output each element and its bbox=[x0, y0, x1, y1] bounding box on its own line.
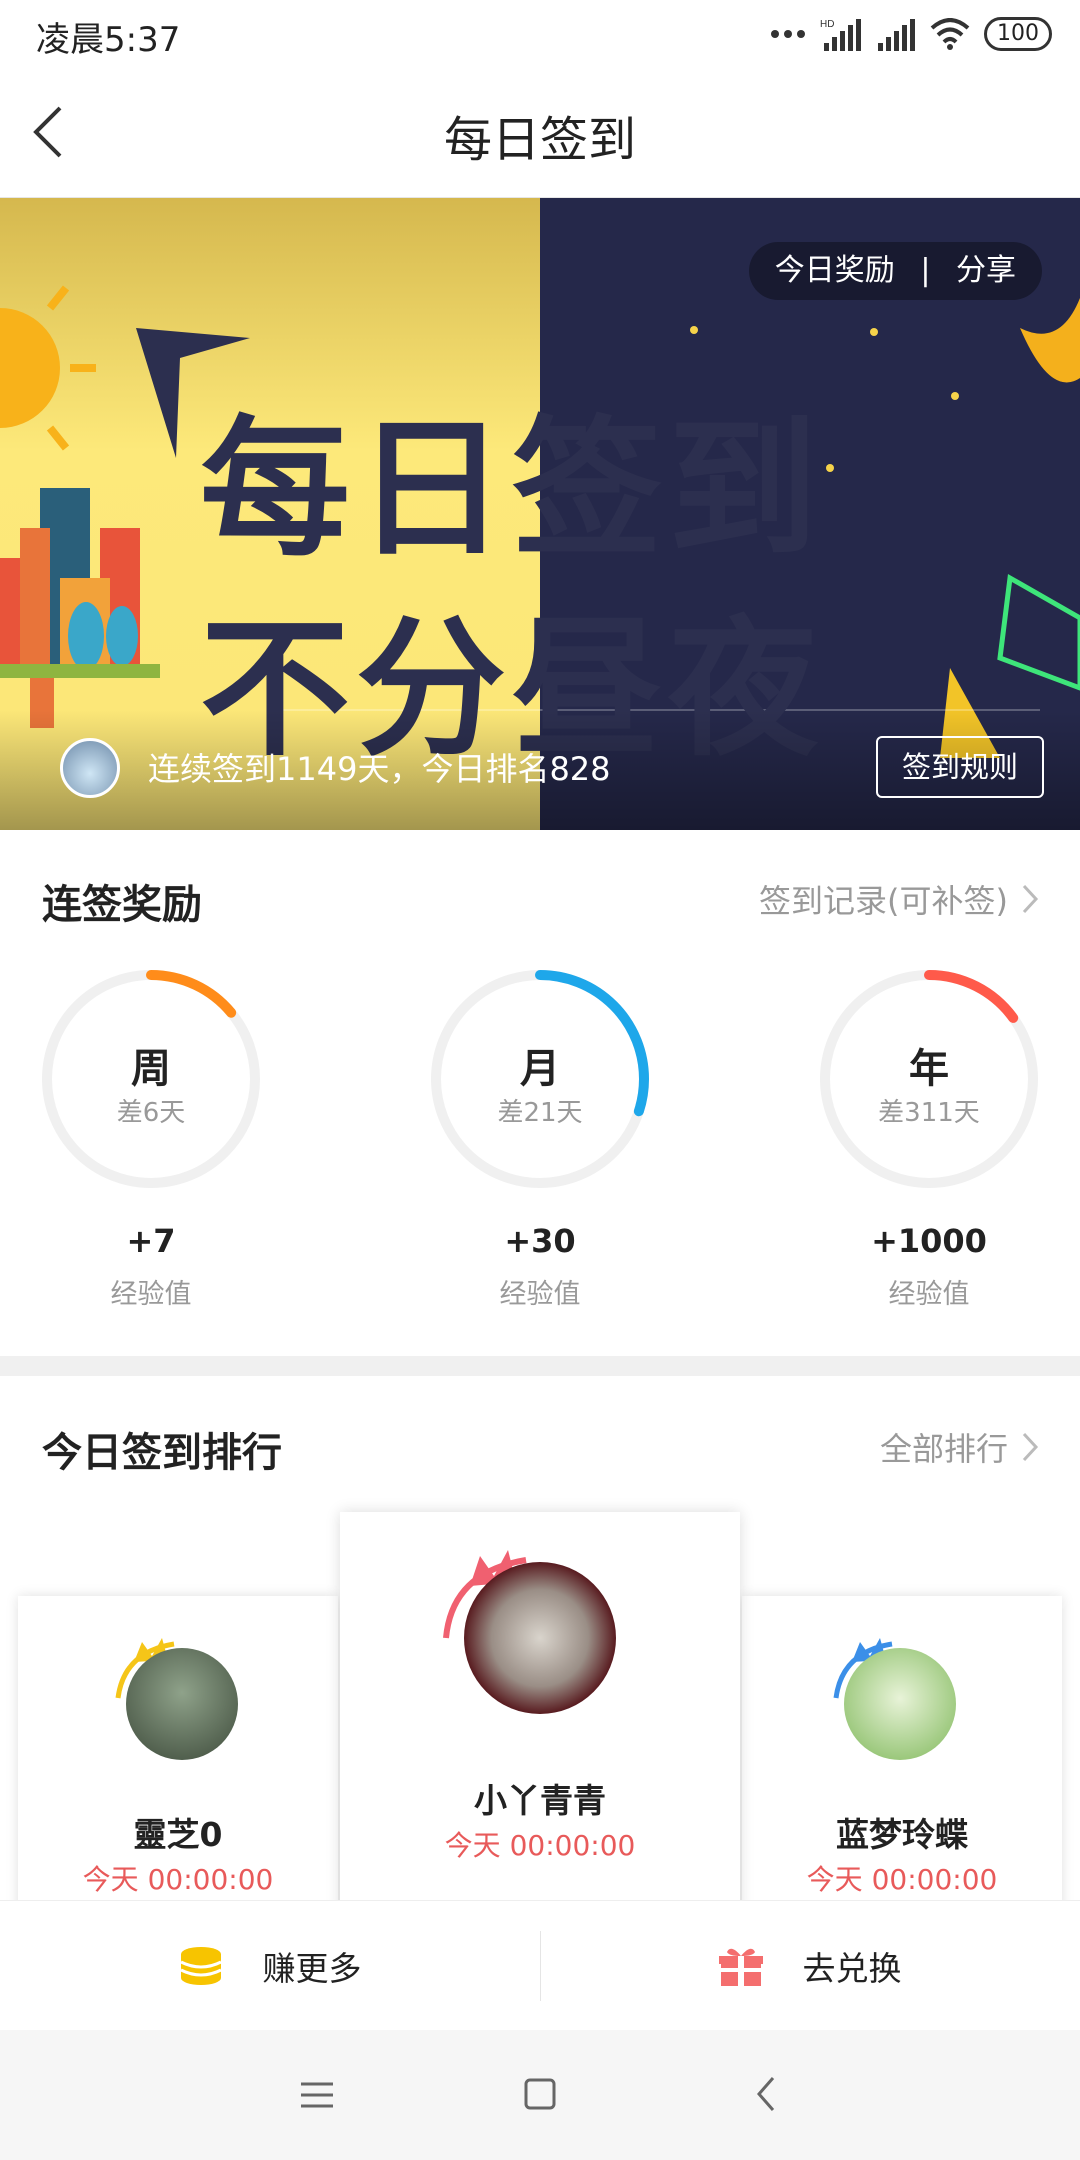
month-reward-ring: 月 差21天 bbox=[425, 964, 655, 1194]
week-remaining: 差6天 bbox=[116, 1098, 186, 1128]
streak-rewards-section: 连签奖励 签到记录(可补签) 周 差6天 月 差21天 年 差311天 +7 经… bbox=[0, 830, 1080, 1356]
checkin-record-label: 签到记录(可补签) bbox=[759, 882, 1008, 920]
signal-hd-icon: HD bbox=[820, 19, 861, 51]
all-ranking-label: 全部排行 bbox=[879, 1430, 1008, 1468]
earn-more-label: 赚更多 bbox=[262, 1949, 362, 1988]
ranking-name-3: 蓝梦玲蝶 bbox=[836, 1815, 968, 1854]
ranking-card-2[interactable]: 靈芝0 今天 00:00:00 bbox=[18, 1596, 338, 1916]
week-label: 周 bbox=[131, 1046, 171, 1092]
week-points: +7 bbox=[126, 1222, 176, 1260]
back-icon[interactable] bbox=[737, 2070, 797, 2120]
more-dots-icon bbox=[771, 30, 805, 38]
earn-more-button[interactable]: 赚更多 bbox=[0, 1901, 540, 2031]
ranking-avatar-2[interactable] bbox=[126, 1648, 238, 1760]
battery-indicator: 100 bbox=[984, 17, 1052, 51]
ranking-time-3: 今天 00:00:00 bbox=[806, 1863, 998, 1896]
week-reward: +7 经验值 bbox=[36, 1222, 266, 1311]
pill-separator: | bbox=[920, 253, 931, 288]
wifi-icon bbox=[930, 18, 970, 50]
year-points-unit: 经验值 bbox=[888, 1279, 970, 1310]
today-reward-link[interactable]: 今日奖励 bbox=[775, 253, 895, 288]
redeem-button[interactable]: 去兑换 bbox=[540, 1901, 1080, 2031]
menu-icon[interactable] bbox=[287, 2070, 347, 2120]
streak-summary: 连续签到1149天，今日排名828 bbox=[148, 750, 611, 788]
ranking-name-1: 小丫青青 bbox=[474, 1781, 606, 1820]
ranking-card-3[interactable]: 蓝梦玲蝶 今天 00:00:00 bbox=[742, 1596, 1062, 1916]
title-bar: 每日签到 bbox=[0, 66, 1080, 198]
banner-headline-1: 每日签到 bbox=[200, 403, 825, 577]
streak-rewards-title: 连签奖励 bbox=[42, 882, 202, 928]
redeem-label: 去兑换 bbox=[802, 1949, 902, 1988]
week-reward-ring: 周 差6天 bbox=[36, 964, 266, 1194]
year-label: 年 bbox=[909, 1046, 949, 1092]
ranking-title: 今日签到排行 bbox=[42, 1430, 282, 1476]
all-ranking-link[interactable]: 全部排行 bbox=[880, 1424, 1040, 1470]
checkin-record-link[interactable]: 签到记录(可补签) bbox=[759, 876, 1040, 922]
status-icons: HD 100 bbox=[770, 14, 1052, 54]
status-bar: 凌晨5:37 HD 100 bbox=[0, 0, 1080, 66]
gift-icon bbox=[718, 1948, 763, 1986]
home-icon[interactable] bbox=[510, 2070, 570, 2120]
user-avatar[interactable] bbox=[60, 738, 120, 798]
svg-text:HD: HD bbox=[820, 19, 834, 30]
ranking-time-2: 今天 00:00:00 bbox=[82, 1863, 274, 1896]
ranking-time-1: 今天 00:00:00 bbox=[444, 1829, 636, 1862]
ranking-name-2: 靈芝0 bbox=[133, 1815, 223, 1854]
coin-stack-icon bbox=[179, 1947, 222, 1985]
bottom-action-bar: 赚更多 去兑换 bbox=[0, 1900, 1080, 2030]
share-link[interactable]: 分享 bbox=[956, 253, 1016, 288]
year-reward: +1000 经验值 bbox=[814, 1222, 1044, 1311]
week-points-unit: 经验值 bbox=[110, 1279, 192, 1310]
signal-icon bbox=[878, 19, 915, 51]
page-title: 每日签到 bbox=[443, 112, 636, 168]
today-ranking-section: 今日签到排行 全部排行 靈芝0 今天 00:00:00 蓝梦玲蝶 今天 00:0… bbox=[0, 1376, 1080, 1916]
system-nav-bar bbox=[0, 2030, 1080, 2160]
month-points-unit: 经验值 bbox=[499, 1279, 581, 1310]
reward-share-pill: 今日奖励 | 分享 bbox=[748, 242, 1042, 300]
chevron-right-icon bbox=[1022, 884, 1039, 914]
chevron-right-icon bbox=[1022, 1432, 1039, 1462]
year-reward-ring: 年 差311天 bbox=[814, 964, 1044, 1194]
month-remaining: 差21天 bbox=[497, 1098, 583, 1128]
ranking-card-1[interactable]: 小丫青青 今天 00:00:00 bbox=[340, 1512, 740, 1912]
ranking-avatar-1[interactable] bbox=[464, 1562, 616, 1714]
checkin-banner: 每日签到 不分昼夜 今日奖励 | 分享 连续签到1149天，今日排名828 签到… bbox=[0, 198, 1080, 830]
year-remaining: 差311天 bbox=[878, 1098, 980, 1128]
year-points: +1000 bbox=[871, 1222, 987, 1260]
month-label: 月 bbox=[520, 1046, 560, 1092]
month-reward: +30 经验值 bbox=[425, 1222, 655, 1311]
checkin-rules-button[interactable]: 签到规则 bbox=[876, 736, 1044, 798]
month-points: +30 bbox=[504, 1222, 576, 1260]
status-time: 凌晨5:37 bbox=[36, 20, 181, 60]
ranking-avatar-3[interactable] bbox=[844, 1648, 956, 1760]
